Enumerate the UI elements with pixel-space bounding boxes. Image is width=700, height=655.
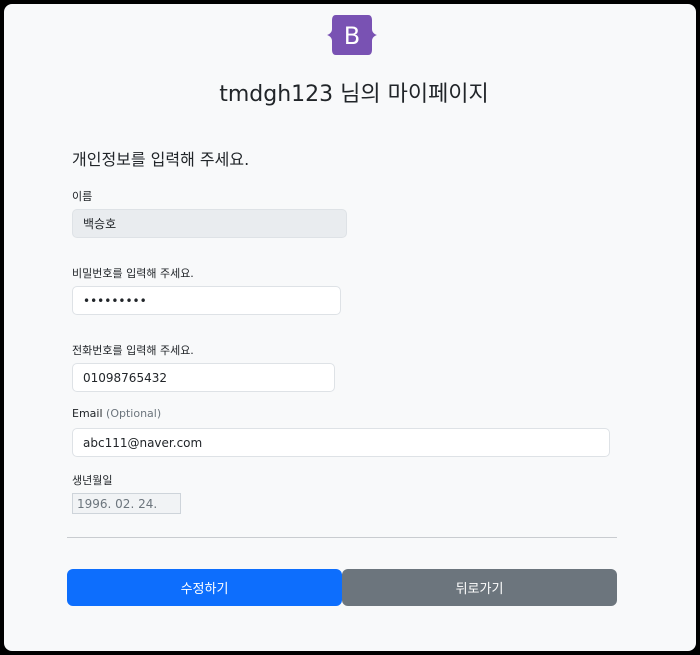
- bootstrap-logo: B: [326, 13, 378, 57]
- password-label: 비밀번호를 입력해 주세요.: [72, 267, 194, 280]
- page-title: tmdgh123 님의 마이페이지: [219, 82, 489, 107]
- back-button[interactable]: 뒤로가기: [342, 569, 617, 606]
- name-label: 이름: [72, 190, 93, 203]
- email-optional-text: (Optional): [106, 407, 162, 420]
- phone-label: 전화번호를 입력해 주세요.: [72, 344, 194, 357]
- password-field[interactable]: [72, 286, 341, 315]
- divider: [67, 537, 617, 538]
- section-title: 개인정보를 입력해 주세요.: [72, 150, 250, 169]
- email-field[interactable]: [72, 428, 610, 457]
- name-field[interactable]: [72, 209, 347, 238]
- phone-field[interactable]: [72, 363, 335, 392]
- birthdate-field[interactable]: [72, 493, 181, 514]
- birthdate-label: 생년월일: [72, 474, 113, 487]
- submit-button[interactable]: 수정하기: [67, 569, 342, 606]
- logo-letter: B: [344, 22, 360, 50]
- email-label-text: Email: [72, 407, 103, 420]
- email-label: Email (Optional): [72, 407, 161, 420]
- page-frame: B tmdgh123 님의 마이페이지 개인정보를 입력해 주세요. 이름 비밀…: [4, 4, 696, 651]
